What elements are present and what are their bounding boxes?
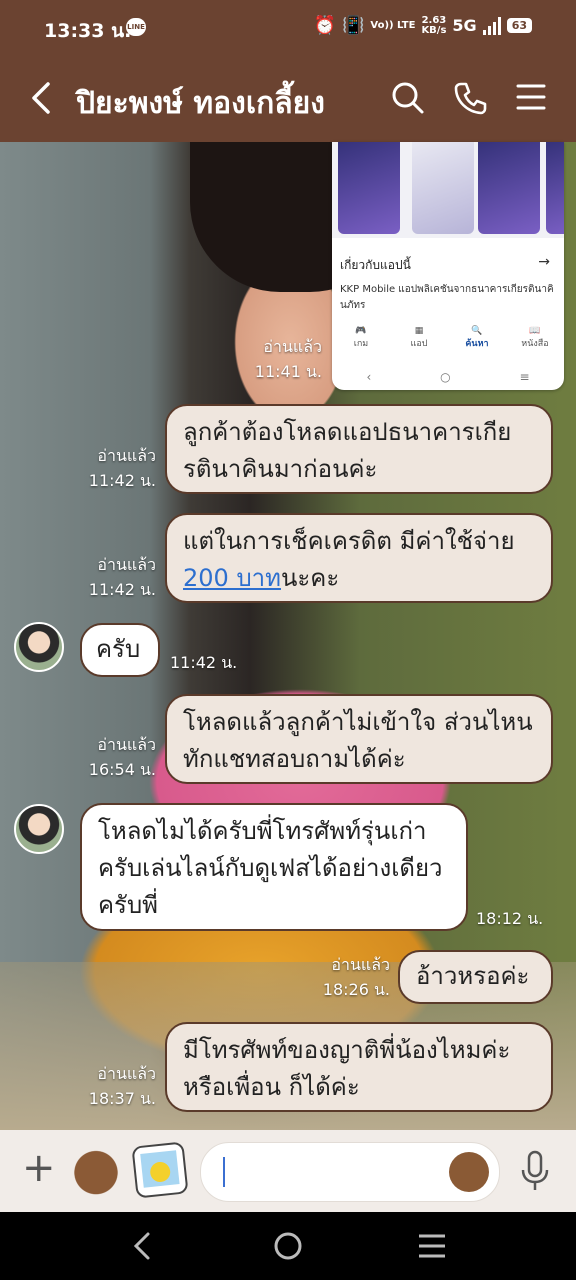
- message-time: 18:12 น.: [476, 909, 544, 928]
- sent-message-bubble[interactable]: มีโทรศัพท์ของญาติพี่น้องไหมค่ะหรือเพื่อน…: [165, 1022, 553, 1112]
- mic-icon[interactable]: [520, 1150, 550, 1192]
- nav-home-icon[interactable]: [272, 1230, 304, 1262]
- message-text: ลูกค้าต้องโหลดแอปธนาคารเกียรตินาคินมาก่อ…: [183, 418, 512, 483]
- phone-icon[interactable]: [452, 80, 488, 116]
- status-icons: ⏰ 📳 Vo)) LTE 2.63 KB/s 5G 63: [314, 15, 532, 36]
- back-chevron-icon[interactable]: [26, 76, 56, 120]
- read-receipt: อ่านแล้ว: [331, 955, 390, 974]
- line-notification-icon: LINE: [126, 18, 146, 36]
- message-meta: อ่านแล้ว 11:41 น.: [246, 334, 322, 384]
- status-time: 13:33 น.: [44, 20, 132, 42]
- message-text: โหลดแล้วลูกค้าไม่เข้าใจ ส่วนไหนทักแชทสอบ…: [183, 708, 533, 773]
- app-banner: [478, 142, 540, 234]
- message-time: 11:42 น.: [88, 471, 156, 490]
- read-receipt: อ่านแล้ว: [97, 555, 156, 574]
- image-message[interactable]: เกี่ยวกับแอปนี้ → KKP Mobile แอปพลิเคชัน…: [332, 142, 564, 390]
- photo-sticker-icon[interactable]: [131, 1141, 189, 1199]
- nav-back-icon[interactable]: [128, 1230, 158, 1262]
- search-icon[interactable]: [390, 80, 426, 116]
- contact-name[interactable]: ปิยะพงษ์ ทองเกลี้ยง: [76, 80, 325, 127]
- about-app-label: เกี่ยวกับแอปนี้: [340, 258, 411, 272]
- message-meta: อ่านแล้ว 18:26 น.: [312, 952, 390, 1002]
- store-nav-apps: ▦ แอป: [410, 326, 428, 349]
- message-composer: +: [0, 1130, 576, 1212]
- nav-label: แอป: [410, 339, 428, 349]
- screenshot-navbar: ‹ ○ ≡: [366, 370, 530, 384]
- sent-message-bubble[interactable]: อ้าวหรอค่ะ: [398, 950, 553, 1004]
- message-time: 11:42 น.: [170, 653, 238, 672]
- app-banner: [546, 142, 564, 234]
- sent-message-bubble[interactable]: ลูกค้าต้องโหลดแอปธนาคารเกียรตินาคินมาก่อ…: [165, 404, 553, 494]
- message-time: 16:54 น.: [88, 760, 156, 779]
- network-speed: 2.63 KB/s: [421, 15, 447, 36]
- nav-label: หนังสือ: [521, 339, 549, 349]
- read-receipt: อ่านแล้ว: [97, 1064, 156, 1083]
- app-banner: [338, 142, 400, 234]
- volte-indicator: Vo)) LTE: [370, 19, 416, 31]
- network-type: 5G: [452, 16, 477, 35]
- sent-message-bubble[interactable]: โหลดแล้วลูกค้าไม่เข้าใจ ส่วนไหนทักแชทสอบ…: [165, 694, 553, 784]
- contact-avatar[interactable]: [14, 622, 64, 672]
- battery-level: 63: [506, 18, 532, 33]
- menu-icon[interactable]: [514, 80, 548, 114]
- message-meta: อ่านแล้ว 11:42 น.: [80, 443, 156, 493]
- chat-header: ปิยะพงษ์ ทองเกลี้ยง: [0, 56, 576, 142]
- speed-unit: KB/s: [421, 24, 447, 36]
- arrow-right-icon: →: [538, 254, 550, 270]
- message-text: มีโทรศัพท์ของญาติพี่น้องไหมค่ะหรือเพื่อน…: [183, 1036, 511, 1101]
- read-receipt: อ่านแล้ว: [263, 337, 322, 356]
- message-input[interactable]: [200, 1142, 500, 1202]
- system-navigation: [0, 1212, 576, 1280]
- message-text: อ้าวหรอค่ะ: [416, 962, 530, 990]
- vibrate-icon: 📳: [341, 15, 365, 36]
- plus-icon[interactable]: +: [22, 1148, 56, 1188]
- nav-recent-icon[interactable]: [416, 1232, 448, 1260]
- message-time: 11:42 น.: [88, 580, 156, 599]
- received-message-bubble[interactable]: ครับ: [80, 623, 160, 677]
- sticker-icon[interactable]: [70, 1144, 122, 1196]
- price-link[interactable]: 200 บาท: [183, 564, 281, 592]
- message-time: 18:37 น.: [88, 1089, 156, 1108]
- message-meta: อ่านแล้ว 11:42 น.: [80, 552, 156, 602]
- alarm-icon: ⏰: [313, 15, 336, 36]
- text-cursor: [223, 1157, 225, 1187]
- app-banner: [412, 142, 474, 234]
- message-meta: อ่านแล้ว 18:37 น.: [80, 1061, 156, 1111]
- message-time: 18:26 น.: [322, 980, 390, 999]
- emoji-icon[interactable]: [449, 1152, 489, 1192]
- message-text: นะคะ: [280, 564, 340, 592]
- message-meta: อ่านแล้ว 16:54 น.: [80, 732, 156, 782]
- read-receipt: อ่านแล้ว: [97, 446, 156, 465]
- store-nav-search: 🔍 ค้นหา: [465, 326, 489, 349]
- store-nav-books: 📖 หนังสือ: [521, 326, 549, 349]
- read-receipt: อ่านแล้ว: [97, 735, 156, 754]
- store-nav-games: 🎮 เกม: [353, 326, 369, 349]
- received-message-bubble[interactable]: โหลดไมได้ครับพี่โทรศัพท์รุ่นเก่าครับเล่น…: [80, 803, 468, 931]
- status-bar: 13:33 น. LINE ⏰ 📳 Vo)) LTE 2.63 KB/s 5G …: [0, 0, 576, 56]
- message-text: แต่ในการเช็คเครดิต มีค่าใช้จ่าย: [183, 527, 515, 555]
- contact-avatar[interactable]: [14, 804, 64, 854]
- message-text: ครับ: [96, 635, 141, 663]
- message-text: โหลดไมได้ครับพี่โทรศัพท์รุ่นเก่าครับเล่น…: [98, 817, 443, 919]
- sent-message-bubble[interactable]: แต่ในการเช็คเครดิต มีค่าใช้จ่าย 200 บาทน…: [165, 513, 553, 603]
- app-screenshots: [332, 142, 564, 238]
- app-description: KKP Mobile แอปพลิเคชันจากธนาคารเกียรตินา…: [340, 284, 554, 311]
- store-nav: 🎮 เกม ▦ แอป 🔍 ค้นหา 📖 หนังสือ: [332, 326, 564, 362]
- message-time: 11:41 น.: [254, 362, 322, 381]
- nav-label: ค้นหา: [465, 339, 489, 349]
- signal-icon: [482, 16, 501, 35]
- nav-label: เกม: [353, 339, 369, 349]
